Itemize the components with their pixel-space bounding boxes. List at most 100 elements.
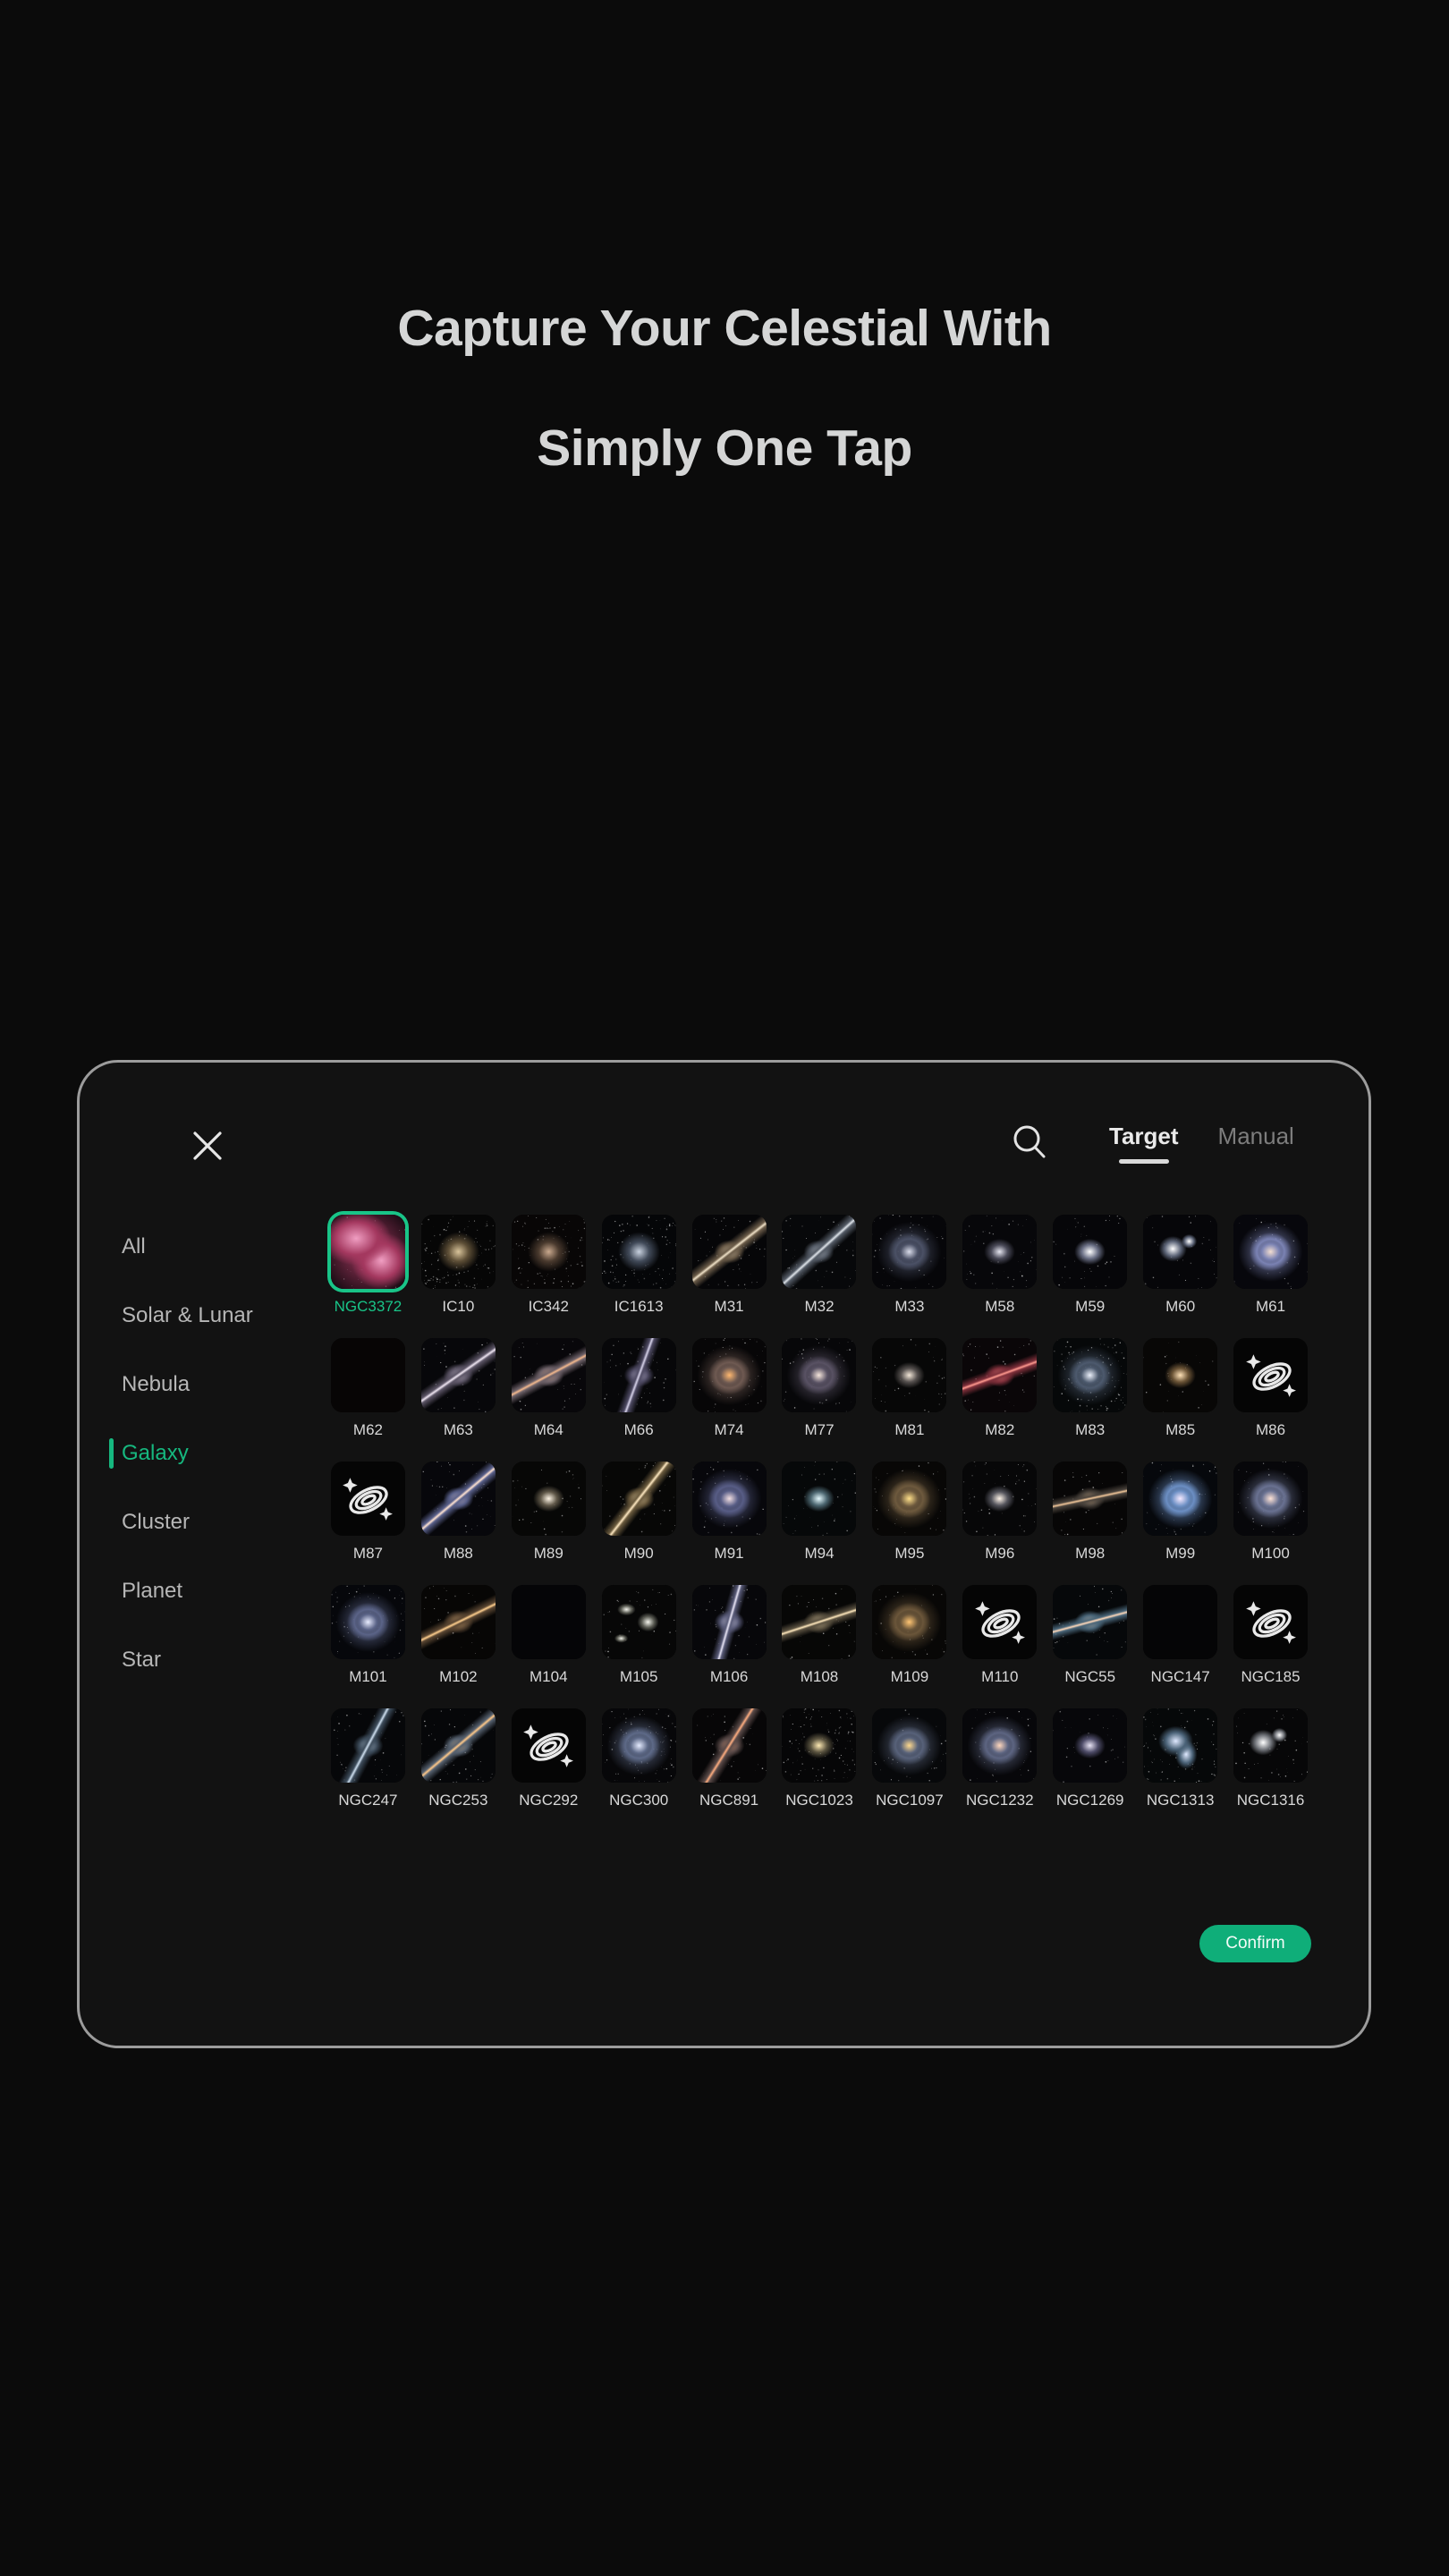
target-cell[interactable]: M60	[1135, 1215, 1225, 1317]
target-label: M87	[352, 1545, 383, 1562]
target-cell[interactable]: NGC185	[1225, 1585, 1316, 1687]
target-cell[interactable]: NGC247	[323, 1708, 413, 1810]
target-cell[interactable]: M96	[954, 1462, 1045, 1563]
target-cell[interactable]: M87	[323, 1462, 413, 1563]
target-cell[interactable]: M90	[594, 1462, 684, 1563]
target-thumbnail	[420, 1338, 496, 1412]
target-cell[interactable]: M74	[684, 1338, 775, 1440]
target-label: NGC300	[609, 1792, 669, 1809]
target-cell[interactable]: NGC253	[413, 1708, 504, 1810]
target-cell[interactable]: M91	[684, 1462, 775, 1563]
target-cell[interactable]: M31	[684, 1215, 775, 1317]
target-cell[interactable]: M105	[594, 1585, 684, 1687]
target-thumbnail	[511, 1338, 586, 1412]
target-cell[interactable]: M86	[1225, 1338, 1316, 1440]
target-thumbnail	[601, 1708, 676, 1783]
search-icon[interactable]	[1008, 1121, 1051, 1164]
target-cell[interactable]: M62	[323, 1338, 413, 1440]
sidebar-item-planet[interactable]: Planet	[109, 1556, 301, 1625]
sky-image	[601, 1462, 676, 1536]
target-cell[interactable]: NGC300	[594, 1708, 684, 1810]
sidebar-item-all[interactable]: All	[109, 1212, 301, 1281]
target-cell[interactable]: M102	[413, 1585, 504, 1687]
target-label: NGC253	[428, 1792, 488, 1809]
tab-target[interactable]: Target	[1109, 1121, 1179, 1164]
target-cell[interactable]: NGC147	[1135, 1585, 1225, 1687]
target-thumbnail	[1233, 1338, 1309, 1412]
target-cell[interactable]: M33	[864, 1215, 954, 1317]
target-label: M33	[894, 1298, 925, 1315]
target-label: M31	[714, 1298, 744, 1315]
target-cell[interactable]: M110	[954, 1585, 1045, 1687]
tab-manual[interactable]: Manual	[1218, 1121, 1294, 1164]
target-thumbnail	[1053, 1338, 1128, 1412]
target-cell[interactable]: M106	[684, 1585, 775, 1687]
target-cell[interactable]: M63	[413, 1338, 504, 1440]
sidebar-item-nebula[interactable]: Nebula	[109, 1350, 301, 1419]
target-thumbnail	[1143, 1585, 1218, 1659]
sky-image	[420, 1462, 496, 1536]
target-cell[interactable]: NGC1097	[864, 1708, 954, 1810]
target-cell[interactable]: IC1613	[594, 1215, 684, 1317]
target-cell[interactable]: M88	[413, 1462, 504, 1563]
sidebar-item-label: Galaxy	[122, 1440, 189, 1465]
target-cell[interactable]: M64	[504, 1338, 594, 1440]
target-thumbnail	[1143, 1338, 1218, 1412]
target-cell[interactable]: NGC1023	[775, 1708, 865, 1810]
confirm-button[interactable]: Confirm	[1199, 1925, 1311, 1962]
target-label: M100	[1251, 1545, 1290, 1562]
target-label: M104	[530, 1668, 568, 1685]
target-label: M60	[1165, 1298, 1196, 1315]
target-cell[interactable]: M85	[1135, 1338, 1225, 1440]
target-thumbnail	[330, 1462, 405, 1536]
target-label: M85	[1165, 1421, 1196, 1438]
target-label: M105	[619, 1668, 658, 1685]
target-label: M74	[714, 1421, 744, 1438]
target-cell[interactable]: NGC3372	[323, 1215, 413, 1317]
target-cell[interactable]: M104	[504, 1585, 594, 1687]
sidebar-item-label: Cluster	[122, 1509, 191, 1534]
sidebar-item-label: Star	[122, 1647, 162, 1672]
sidebar-item-galaxy[interactable]: Galaxy	[109, 1419, 301, 1487]
target-cell[interactable]: IC10	[413, 1215, 504, 1317]
target-cell[interactable]: NGC292	[504, 1708, 594, 1810]
target-thumbnail	[511, 1585, 586, 1659]
target-cell[interactable]: M89	[504, 1462, 594, 1563]
target-cell[interactable]: M58	[954, 1215, 1045, 1317]
target-cell[interactable]: M101	[323, 1585, 413, 1687]
target-cell[interactable]: NGC55	[1045, 1585, 1135, 1687]
target-cell[interactable]: M83	[1045, 1338, 1135, 1440]
target-label: M83	[1075, 1421, 1106, 1438]
target-cell[interactable]: M66	[594, 1338, 684, 1440]
target-cell[interactable]: M61	[1225, 1215, 1316, 1317]
target-cell[interactable]: M59	[1045, 1215, 1135, 1317]
target-thumbnail	[601, 1215, 676, 1289]
target-cell[interactable]: NGC1269	[1045, 1708, 1135, 1810]
target-cell[interactable]: M77	[775, 1338, 865, 1440]
sidebar-item-cluster[interactable]: Cluster	[109, 1487, 301, 1556]
target-cell[interactable]: M95	[864, 1462, 954, 1563]
sidebar-item-solar-lunar[interactable]: Solar & Lunar	[109, 1281, 301, 1350]
close-icon[interactable]	[187, 1125, 228, 1166]
target-cell[interactable]: M100	[1225, 1462, 1316, 1563]
target-cell[interactable]: M109	[864, 1585, 954, 1687]
target-cell[interactable]: NGC1232	[954, 1708, 1045, 1810]
target-cell[interactable]: NGC1316	[1225, 1708, 1316, 1810]
target-label: NGC1316	[1236, 1792, 1305, 1809]
target-thumbnail	[782, 1462, 857, 1536]
target-cell[interactable]: M81	[864, 1338, 954, 1440]
target-label: NGC247	[338, 1792, 398, 1809]
target-cell[interactable]: NGC1313	[1135, 1708, 1225, 1810]
target-cell[interactable]: M32	[775, 1215, 865, 1317]
target-cell[interactable]: M94	[775, 1462, 865, 1563]
target-thumbnail	[511, 1462, 586, 1536]
sky-image	[1233, 1708, 1309, 1783]
target-cell[interactable]: NGC891	[684, 1708, 775, 1810]
target-cell[interactable]: M82	[954, 1338, 1045, 1440]
sidebar-item-star[interactable]: Star	[109, 1625, 301, 1694]
target-cell[interactable]: M108	[775, 1585, 865, 1687]
target-cell[interactable]: M98	[1045, 1462, 1135, 1563]
target-cell[interactable]: M99	[1135, 1462, 1225, 1563]
target-label: NGC185	[1241, 1668, 1301, 1685]
target-cell[interactable]: IC342	[504, 1215, 594, 1317]
